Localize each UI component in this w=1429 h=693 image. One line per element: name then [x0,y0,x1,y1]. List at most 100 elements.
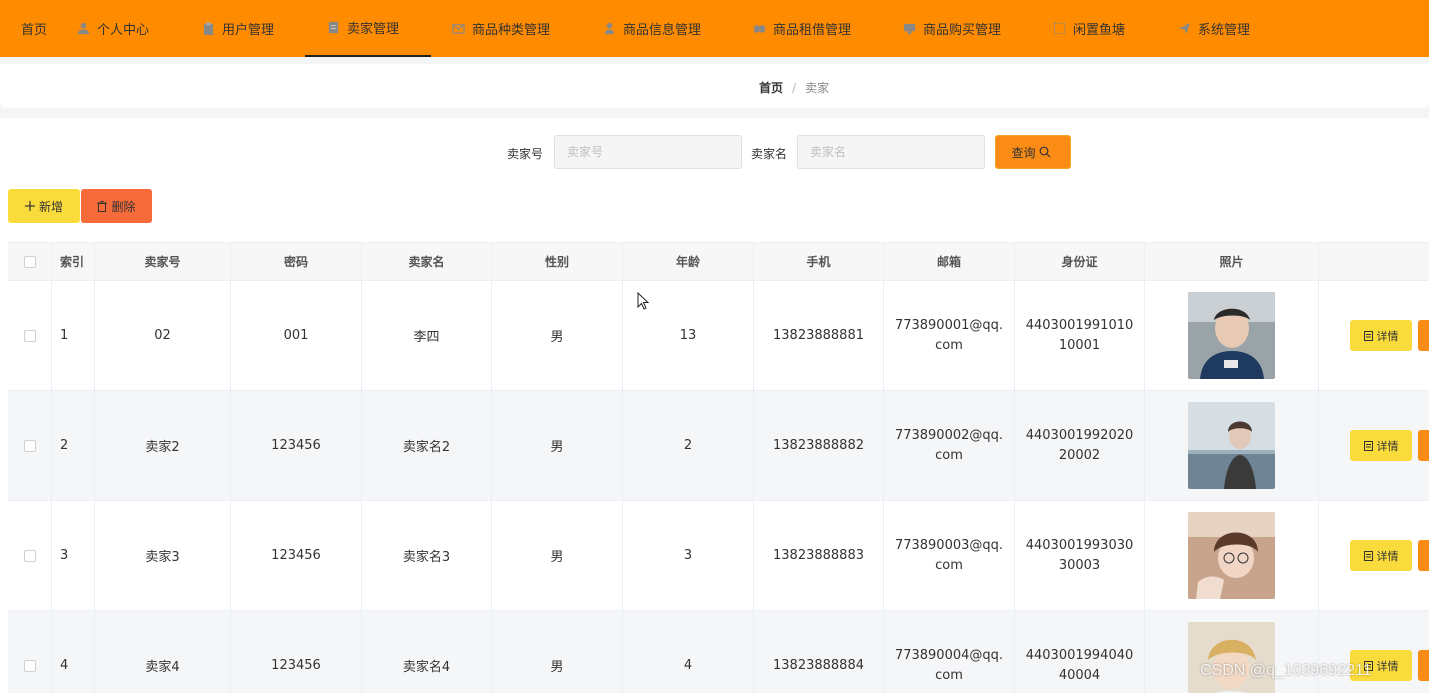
nav-item-label: 个人中心 [97,23,150,38]
nav-item-category-management[interactable]: 商品种类管理 [451,0,550,57]
detail-button[interactable]: 详情 [1350,320,1412,351]
row-checkbox-cell [8,501,52,610]
breadcrumb-bar: 首页 / 卖家 [0,64,1429,108]
cell-actions: 详情 [1319,281,1429,390]
row-checkbox[interactable] [23,439,36,452]
select-all-cell [8,243,52,280]
breadcrumb-home[interactable]: 首页 [759,79,783,96]
seller-photo[interactable] [1188,402,1275,489]
cell-phone: 13823888884 [754,611,884,693]
edit-button[interactable] [1418,430,1429,461]
header-gender: 性别 [492,243,623,280]
user-icon [76,22,90,36]
detail-label: 详情 [1376,549,1399,563]
cell-id-card: 440300199303030003 [1015,501,1145,610]
search-icon [1039,146,1055,158]
detail-button[interactable]: 详情 [1350,430,1412,461]
delete-label: 删除 [111,199,136,214]
header-actions [1319,243,1429,280]
table-row: 2 卖家2 123456 卖家名2 男 2 13823888882 773890… [8,391,1429,501]
top-nav: 首页 个人中心 用户管理 卖家管理 商品种类管理 商品信息管理 商品租借管理 商… [0,0,1429,57]
email-text: 773890002@qq.com [894,427,1004,463]
cell-seller-name: 卖家名4 [362,611,492,693]
detail-icon [1363,550,1373,561]
edit-button[interactable] [1418,320,1429,351]
cell-id-card: 440300199101010001 [1015,281,1145,390]
cell-index: 1 [52,281,95,390]
person-icon [602,22,616,36]
breadcrumb: 首页 / 卖家 [759,79,829,96]
cell-phone: 13823888881 [754,281,884,390]
nav-item-seller-management[interactable]: 卖家管理 [305,0,431,57]
seller-name-input[interactable] [797,135,985,169]
row-checkbox[interactable] [23,659,36,672]
cell-gender: 男 [492,501,623,610]
detail-label: 详情 [1376,659,1399,673]
edit-button[interactable] [1418,650,1429,681]
cell-email: 773890003@qq.com [884,501,1015,610]
cell-email: 773890001@qq.com [884,281,1015,390]
detail-label: 详情 [1376,329,1399,343]
home-icon [0,22,14,36]
cell-photo [1145,281,1319,390]
cell-password: 123456 [231,391,362,500]
table-header-row: 索引 卖家号 密码 卖家名 性别 年龄 手机 邮箱 身份证 照片 [8,242,1429,281]
select-all-checkbox[interactable] [23,255,36,268]
seller-name-label: 卖家名 [751,147,788,161]
cell-actions: 详情 [1319,391,1429,500]
nav-item-idle-pond[interactable]: 闲置鱼塘 [1052,0,1125,57]
nav-item-label: 卖家管理 [347,22,400,37]
trash-icon [97,200,111,212]
id-card-text: 440300199101010001 [1025,317,1134,353]
seller-photo[interactable] [1188,292,1275,379]
header-email: 邮箱 [884,243,1015,280]
header-password: 密码 [231,243,362,280]
row-checkbox[interactable] [23,329,36,342]
seller-photo[interactable] [1188,622,1275,693]
send-icon [1177,22,1191,36]
cell-id-card: 440300199202020002 [1015,391,1145,500]
watermark: CSDN @q_1039692211 [1200,662,1372,679]
document-icon [326,21,340,35]
cell-seller-no: 02 [95,281,231,390]
mouse-cursor-icon [637,292,649,310]
edit-button[interactable] [1418,540,1429,571]
cell-email: 773890004@qq.com [884,611,1015,693]
cell-photo [1145,501,1319,610]
add-button[interactable]: 新增 [8,189,80,223]
email-text: 773890003@qq.com [894,537,1004,573]
nav-item-product-info-management[interactable]: 商品信息管理 [602,0,701,57]
nav-item-label: 商品种类管理 [472,23,551,38]
cell-photo [1145,611,1319,693]
header-seller-name: 卖家名 [362,243,492,280]
nav-item-system-management[interactable]: 系统管理 [1177,0,1250,57]
nav-item-user-management[interactable]: 用户管理 [201,0,274,57]
table-row: 4 卖家4 123456 卖家名4 男 4 13823888884 773890… [8,611,1429,693]
id-card-text: 440300199404040004 [1025,647,1134,683]
nav-item-purchase-management[interactable]: 商品购买管理 [902,0,1001,57]
nav-item-rental-management[interactable]: 商品租借管理 [752,0,851,57]
cell-photo [1145,391,1319,500]
row-checkbox[interactable] [23,549,36,562]
cell-index: 2 [52,391,95,500]
detail-button[interactable]: 详情 [1350,540,1412,571]
row-checkbox-cell [8,391,52,500]
header-id-card: 身份证 [1015,243,1145,280]
query-button[interactable]: 查询 [995,135,1071,169]
seller-photo[interactable] [1188,512,1275,599]
header-age: 年龄 [623,243,754,280]
delete-button[interactable]: 删除 [81,189,152,223]
query-label: 查询 [1011,145,1036,160]
nav-item-personal-center[interactable]: 个人中心 [76,0,149,57]
cell-age: 4 [623,611,754,693]
breadcrumb-separator: / [792,80,797,95]
cell-seller-no: 卖家3 [95,501,231,610]
table-row: 1 02 001 李四 男 13 13823888881 773890001@q… [8,281,1429,391]
seller-no-input[interactable] [554,135,742,169]
nav-item-home[interactable]: 首页 [0,0,47,57]
nav-item-label: 首页 [21,23,48,38]
cell-age: 2 [623,391,754,500]
cell-gender: 男 [492,281,623,390]
header-seller-no: 卖家号 [95,243,231,280]
header-phone: 手机 [754,243,884,280]
